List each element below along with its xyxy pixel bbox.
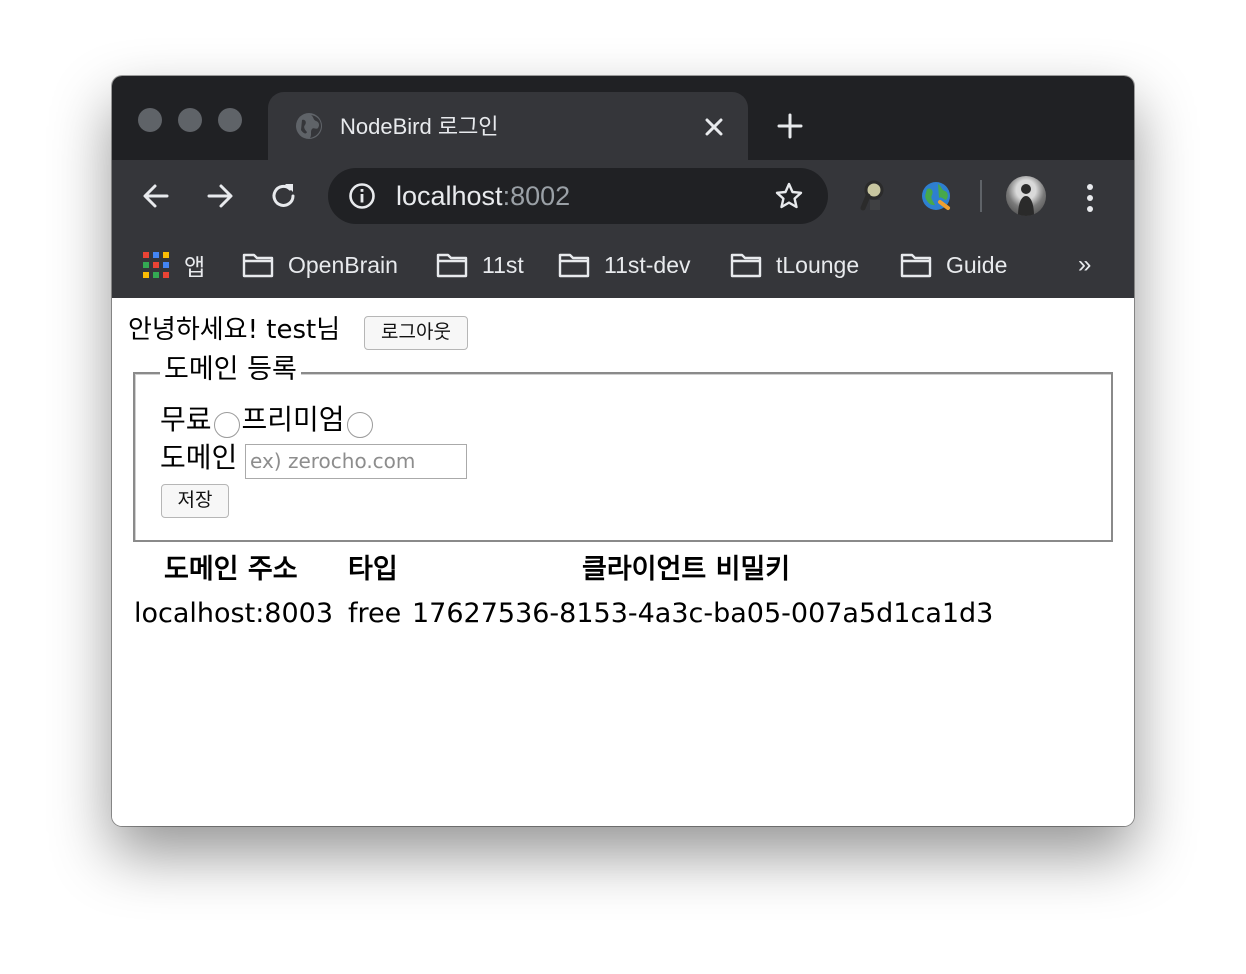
bookmark-openbrain[interactable]: OpenBrain (242, 246, 398, 284)
save-button[interactable]: 저장 (161, 484, 229, 518)
title-bar: NodeBird 로그인 (112, 76, 1134, 162)
radio-premium-label: 프리미엄 (241, 403, 345, 436)
bookmark-11st[interactable]: 11st (436, 246, 524, 284)
bookmark-label: 앱 (184, 254, 206, 280)
url-text: localhost:8002 (396, 181, 570, 211)
bookmark-label: Guide (946, 251, 1008, 278)
folder-icon (730, 253, 762, 278)
cell-type: free (348, 598, 402, 629)
info-icon[interactable] (348, 182, 376, 210)
toolbar-divider (980, 180, 982, 212)
folder-icon (558, 253, 590, 278)
column-header-type: 타입 (348, 554, 398, 585)
page-content: 안녕하세요! test님 로그아웃 도메인 등록 무료 프리미엄 도메인 ex)… (112, 298, 1134, 826)
bookmark-11st-dev[interactable]: 11st-dev (558, 246, 691, 284)
close-tab-icon[interactable] (700, 113, 728, 141)
bookmark-star-icon[interactable] (774, 181, 804, 211)
logout-button[interactable]: 로그아웃 (364, 316, 468, 350)
globe-extension-icon[interactable] (918, 178, 954, 214)
fieldset-legend: 도메인 등록 (160, 351, 301, 389)
back-arrow-icon[interactable] (138, 178, 174, 214)
navigation-toolbar: localhost:8002 (112, 160, 1134, 232)
maximize-window-button[interactable] (218, 108, 242, 132)
profile-avatar[interactable] (1006, 176, 1046, 216)
bookmark-label: tLounge (776, 251, 860, 278)
bookmark-label: OpenBrain (288, 251, 398, 278)
radio-premium[interactable] (346, 412, 373, 438)
folder-icon (242, 253, 274, 278)
reload-icon[interactable] (266, 178, 302, 214)
domain-input[interactable]: ex) zerocho.com (245, 444, 467, 479)
bookmark-tlounge[interactable]: tLounge (730, 246, 859, 284)
bookmark-guide[interactable]: Guide (900, 246, 1007, 284)
url-host: localhost (396, 181, 503, 211)
folder-icon (900, 253, 932, 278)
tab-nodebird-login[interactable]: NodeBird 로그인 (268, 92, 748, 162)
column-header-domain: 도메인 주소 (164, 554, 298, 585)
cell-client-secret: 17627536-8153-4a3c-ba05-007a5d1ca1d3 (412, 598, 994, 629)
new-tab-icon[interactable] (776, 112, 804, 140)
radio-free[interactable] (213, 412, 240, 438)
apps-grid-icon (143, 252, 169, 278)
bookmarks-bar: 앱 OpenBrain 11st 11st-dev tLounge Guide … (112, 232, 1134, 298)
type-radio-group: 무료 프리미엄 (160, 400, 375, 440)
bookmark-label: 11st (482, 251, 524, 278)
forward-arrow-icon[interactable] (202, 178, 238, 214)
domain-label: 도메인 (160, 441, 238, 474)
radio-free-label: 무료 (160, 403, 212, 436)
browser-window: NodeBird 로그인 localhost:8002 앱 OpenBrain … (112, 76, 1134, 826)
close-window-button[interactable] (138, 108, 162, 132)
globe-icon (296, 113, 322, 139)
person-icon (1018, 184, 1034, 216)
minimize-window-button[interactable] (178, 108, 202, 132)
address-bar[interactable]: localhost:8002 (328, 168, 828, 224)
bookmark-label: 11st-dev (604, 251, 691, 278)
tab-title: NodeBird 로그인 (340, 114, 499, 139)
more-menu-icon[interactable] (1080, 180, 1100, 216)
greeting-text: 안녕하세요! test님 (128, 315, 341, 345)
magnifier-extension-icon[interactable] (858, 178, 888, 214)
cell-domain: localhost:8003 (134, 598, 334, 629)
folder-icon (436, 253, 468, 278)
bookmark-apps[interactable]: 앱 (142, 246, 205, 284)
url-port: :8002 (502, 181, 571, 211)
more-bookmarks-chevron[interactable]: » (1078, 252, 1091, 278)
column-header-client-secret: 클라이언트 비밀키 (582, 554, 791, 585)
